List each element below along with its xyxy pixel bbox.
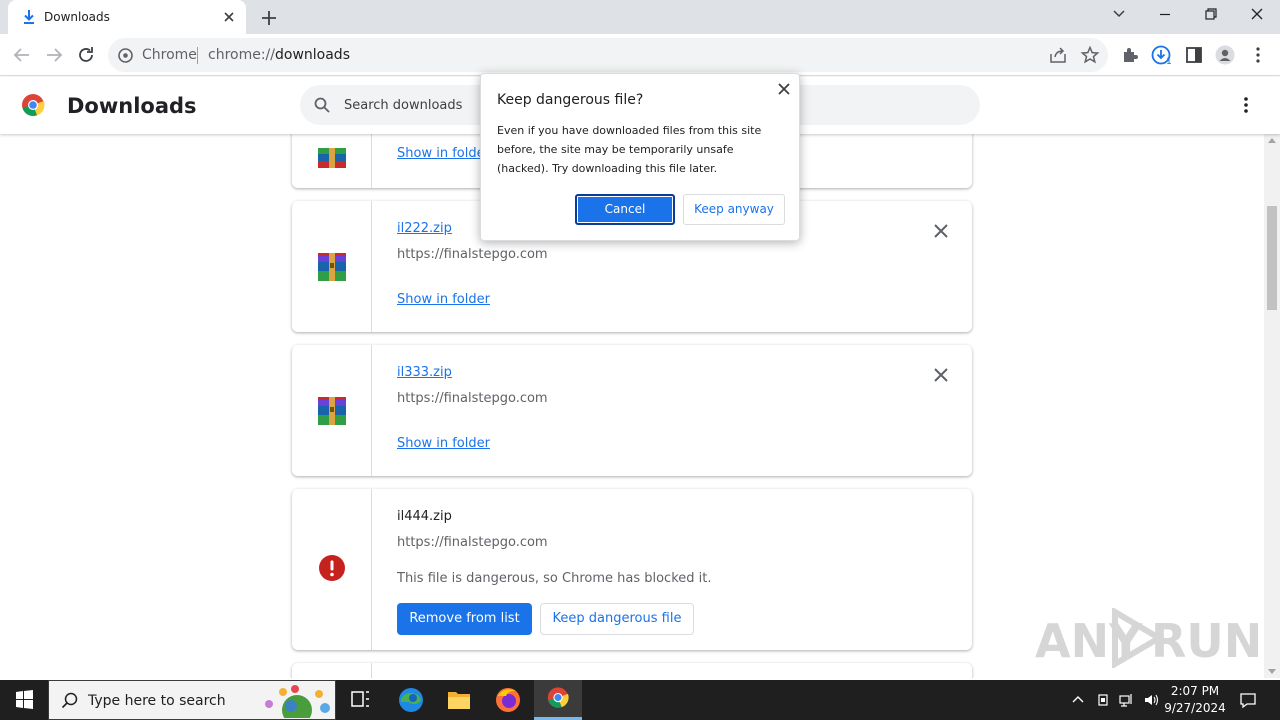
remove-item-icon[interactable]: [933, 223, 949, 239]
chrome-logo-icon: [22, 94, 45, 116]
device-tray-icon[interactable]: [1095, 692, 1111, 708]
omnibox-chip: Chrome: [142, 47, 197, 63]
download-icon: [24, 10, 34, 24]
extensions-icon[interactable]: [1120, 45, 1140, 65]
dialog-message: Even if you have downloaded files from t…: [497, 124, 762, 175]
keep-dangerous-file-button[interactable]: Keep dangerous file: [540, 603, 694, 635]
share-icon[interactable]: [1048, 45, 1068, 65]
search-highlight-globe-icon: [265, 685, 330, 718]
firefox-icon[interactable]: [484, 680, 532, 720]
file-name-link[interactable]: il222.zip: [397, 221, 452, 236]
anyrun-watermark: ANY RUN: [1035, 606, 1262, 670]
file-icon-column: [292, 489, 372, 650]
page-title: Downloads: [67, 94, 197, 118]
taskbar-clock[interactable]: 2:07 PM 9/27/2024: [1160, 683, 1230, 717]
search-icon: [61, 692, 78, 709]
remove-from-list-button[interactable]: Remove from list: [397, 603, 532, 635]
download-item-dangerous: il444.zip https://finalstepgo.com This f…: [292, 489, 972, 650]
file-explorer-icon[interactable]: [435, 680, 483, 720]
file-source-url: https://finalstepgo.com: [397, 247, 548, 262]
notifications-icon[interactable]: [1239, 691, 1257, 709]
show-hidden-icons-chevron-icon[interactable]: [1070, 692, 1086, 708]
file-source-url: https://finalstepgo.com: [397, 391, 548, 406]
minimize-icon[interactable]: [1142, 0, 1188, 30]
browser-toolbar: Chrome chrome://downloads 1: [0, 34, 1280, 76]
url-scheme: chrome://: [208, 47, 275, 63]
chrome-taskbar-icon[interactable]: [534, 680, 582, 720]
taskbar-search-box[interactable]: Type here to search: [48, 680, 336, 720]
network-icon[interactable]: [1119, 692, 1135, 708]
search-icon: [314, 97, 330, 113]
dialog-close-icon[interactable]: [777, 82, 791, 96]
windows-start-icon[interactable]: [0, 680, 48, 720]
download-badge: 1: [1166, 57, 1172, 67]
download-item: [292, 663, 972, 678]
danger-warning-text: This file is dangerous, so Chrome has bl…: [397, 571, 712, 586]
file-source-url: https://finalstepgo.com: [397, 535, 548, 550]
reload-icon[interactable]: [75, 44, 97, 66]
tab-search-icon[interactable]: [1096, 0, 1142, 30]
tab-title: Downloads: [44, 10, 110, 24]
bookmark-star-icon[interactable]: [1080, 45, 1100, 65]
file-name: il444.zip: [397, 509, 452, 524]
more-actions-icon[interactable]: [1238, 95, 1254, 115]
file-icon-column: [292, 201, 372, 332]
keep-anyway-button[interactable]: Keep anyway: [683, 194, 785, 225]
url-text: chrome://downloads: [208, 47, 350, 63]
download-item: il333.zip https://finalstepgo.com Show i…: [292, 345, 972, 476]
clock-time: 2:07 PM: [1170, 684, 1220, 698]
side-panel-icon[interactable]: [1184, 45, 1204, 65]
windows-taskbar: Type here to search 2:07 PM 9/27/2024: [0, 680, 1280, 720]
forward-icon[interactable]: [43, 44, 65, 66]
taskbar-search-placeholder: Type here to search: [88, 693, 226, 709]
show-in-folder-link[interactable]: Show in folder: [397, 146, 490, 161]
error-icon: [319, 555, 345, 581]
watermark-text-right: RUN: [1151, 614, 1263, 668]
chrome-site-icon: [118, 48, 133, 63]
address-bar[interactable]: Chrome chrome://downloads: [108, 38, 1108, 72]
scrollbar-thumb[interactable]: [1267, 206, 1277, 310]
chrome-menu-icon[interactable]: [1248, 45, 1268, 65]
profile-avatar-icon[interactable]: [1215, 45, 1235, 65]
show-in-folder-link[interactable]: Show in folder: [397, 436, 490, 451]
tab-downloads[interactable]: Downloads: [8, 0, 246, 34]
close-window-icon[interactable]: [1234, 0, 1280, 30]
archive-file-icon: [318, 253, 346, 281]
cancel-button[interactable]: Cancel: [575, 194, 675, 225]
file-name-link[interactable]: il333.zip: [397, 365, 452, 380]
scroll-down-arrow-icon[interactable]: [1268, 669, 1276, 674]
close-tab-icon[interactable]: [220, 8, 238, 26]
file-icon-column: [292, 663, 372, 678]
omnibox-divider: [197, 47, 198, 64]
edge-browser-icon[interactable]: [387, 680, 435, 720]
tab-strip: Downloads: [0, 0, 1280, 34]
page-scrollbar[interactable]: [1264, 134, 1280, 678]
task-view-icon[interactable]: [336, 680, 384, 720]
clock-date: 9/27/2024: [1164, 701, 1226, 715]
scroll-up-arrow-icon[interactable]: [1268, 138, 1276, 143]
show-in-folder-link[interactable]: Show in folder: [397, 292, 490, 307]
archive-file-icon: [318, 148, 346, 168]
keep-dangerous-file-dialog: Keep dangerous file? Even if you have do…: [480, 73, 800, 241]
archive-file-icon: [318, 397, 346, 425]
dialog-title: Keep dangerous file?: [497, 92, 644, 108]
back-icon[interactable]: [11, 44, 33, 66]
file-icon-column: [292, 134, 372, 188]
url-host: downloads: [275, 47, 350, 63]
remove-item-icon[interactable]: [933, 367, 949, 383]
volume-icon[interactable]: [1143, 692, 1159, 708]
new-tab-icon[interactable]: [258, 7, 280, 29]
restore-icon[interactable]: [1188, 0, 1234, 30]
file-icon-column: [292, 345, 372, 476]
